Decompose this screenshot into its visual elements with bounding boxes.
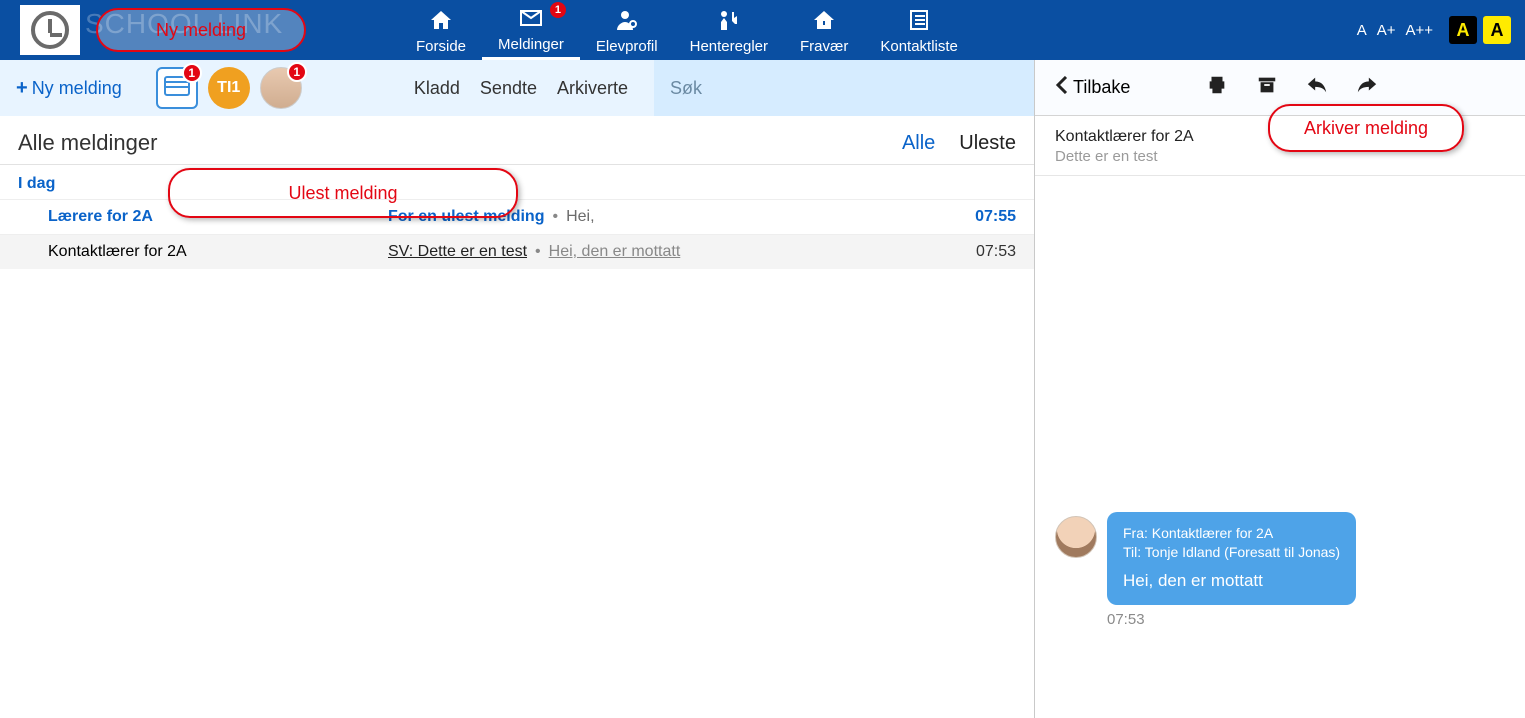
archive-button[interactable] — [1256, 74, 1278, 101]
nav-meldinger-label: Meldinger — [498, 36, 564, 53]
section-today: I dag — [0, 165, 1034, 199]
detail-toolbar: Tilbake — [1035, 60, 1525, 116]
search-input[interactable] — [670, 78, 1018, 99]
user-chip-ti-badge: 1 — [231, 79, 240, 97]
fontsize-a[interactable]: A — [1355, 20, 1369, 41]
nav-elevprofil-label: Elevprofil — [596, 38, 658, 55]
nav-forside-label: Forside — [416, 38, 466, 55]
brand-area: SCHOOL LINK — [0, 0, 400, 60]
contrast-dark-button[interactable]: A — [1449, 16, 1477, 44]
inbox-chip[interactable]: 1 — [156, 67, 198, 109]
brand-logo — [20, 5, 80, 55]
tab-sendte[interactable]: Sendte — [480, 78, 537, 99]
pickup-icon — [717, 8, 741, 36]
message-bubble-wrap: Fra: Kontaktlærer for 2A Til: Tonje Idla… — [1055, 512, 1505, 628]
detail-subject: Dette er en test — [1055, 148, 1505, 165]
message-subject-line: For en ulest melding • Hei, — [388, 208, 926, 226]
back-label: Tilbake — [1073, 77, 1130, 98]
list-header: Alle meldinger Alle Uleste — [0, 116, 1034, 165]
separator-dot: • — [552, 208, 558, 226]
plus-icon: + — [16, 77, 28, 100]
home-icon — [429, 8, 453, 36]
user-icon — [615, 8, 639, 36]
detail-sender: Kontaktlærer for 2A — [1055, 128, 1505, 146]
mail-icon — [519, 6, 543, 34]
folder-tabs: Kladd Sendte Arkiverte — [414, 78, 642, 99]
user-chip-ti[interactable]: TI 1 — [208, 67, 250, 109]
thread-body: Fra: Kontaktlærer for 2A Til: Tonje Idla… — [1035, 176, 1525, 718]
forward-icon — [1356, 74, 1378, 101]
message-preview: Hei, — [566, 208, 594, 226]
message-preview: Hei, den er mottatt — [549, 243, 681, 261]
nav-meldinger-badge: 1 — [550, 2, 566, 18]
top-nav: SCHOOL LINK Forside 1 Meldinger Elevprof… — [0, 0, 1525, 60]
message-time: 07:55 — [926, 208, 1016, 226]
nav-kontaktliste-label: Kontaktliste — [880, 38, 958, 55]
nav-fravaer-label: Fravær — [800, 38, 848, 55]
message-time: 07:53 — [926, 243, 1016, 261]
archive-icon — [1256, 74, 1278, 101]
bubble-to: Til: Tonje Idland (Foresatt til Jonas) — [1123, 543, 1340, 562]
nav-meldinger[interactable]: 1 Meldinger — [482, 0, 580, 60]
message-bubble: Fra: Kontaktlærer for 2A Til: Tonje Idla… — [1107, 512, 1356, 605]
message-sender: Lærere for 2A — [48, 208, 388, 226]
nav-kontaktliste[interactable]: Kontaktliste — [864, 0, 974, 60]
new-message-label: Ny melding — [32, 78, 122, 99]
nav-elevprofil[interactable]: Elevprofil — [580, 0, 674, 60]
nav-henteregler[interactable]: Henteregler — [674, 0, 784, 60]
nav-items: Forside 1 Meldinger Elevprofil Henteregl… — [400, 0, 974, 60]
topnav-right: A A+ A++ A A — [1355, 0, 1525, 60]
message-row[interactable]: Lærere for 2A For en ulest melding • Hei… — [0, 199, 1034, 234]
chevron-left-icon — [1055, 76, 1069, 99]
nav-fravaer[interactable]: Fravær — [784, 0, 864, 60]
nav-henteregler-label: Henteregler — [690, 38, 768, 55]
user-chip-child[interactable]: 1 — [260, 67, 302, 109]
bubble-time: 07:53 — [1107, 611, 1356, 628]
detail-header: Kontaktlærer for 2A Dette er en test — [1035, 116, 1525, 176]
user-chip-child-badge: 1 — [287, 62, 307, 82]
back-button[interactable]: Tilbake — [1055, 76, 1130, 99]
fontsize-a-plus-plus[interactable]: A++ — [1403, 20, 1435, 41]
filter-uleste[interactable]: Uleste — [959, 132, 1016, 155]
clock-icon — [31, 11, 69, 49]
fontsize-a-plus[interactable]: A+ — [1375, 20, 1398, 41]
message-list-panel: + Ny melding 1 TI 1 1 K — [0, 60, 1035, 718]
message-subject: For en ulest melding — [388, 208, 544, 226]
sender-avatar — [1055, 516, 1097, 558]
tab-kladd[interactable]: Kladd — [414, 78, 460, 99]
contrast-light-button[interactable]: A — [1483, 16, 1511, 44]
message-detail-panel: Tilbake — [1035, 60, 1525, 718]
print-button[interactable] — [1206, 74, 1228, 101]
brand-text: SCHOOL LINK — [85, 8, 283, 40]
bubble-from: Fra: Kontaktlærer for 2A — [1123, 524, 1340, 543]
message-row[interactable]: Kontaktlærer for 2A SV: Dette er en test… — [0, 234, 1034, 269]
user-chip-ti-label: TI — [217, 79, 231, 97]
print-icon — [1206, 74, 1228, 101]
new-message-button[interactable]: + Ny melding — [12, 73, 126, 104]
list-icon — [907, 8, 931, 36]
filter-alle[interactable]: Alle — [902, 132, 935, 155]
list-title: Alle meldinger — [18, 130, 157, 156]
house-alert-icon — [812, 8, 836, 36]
separator-dot: • — [535, 243, 541, 261]
bubble-body: Hei, den er mottatt — [1123, 570, 1340, 593]
inbox-badge: 1 — [182, 63, 202, 83]
forward-button[interactable] — [1356, 74, 1378, 101]
message-toolbar: + Ny melding 1 TI 1 1 K — [0, 60, 1034, 116]
message-subject-line: SV: Dette er en test • Hei, den er motta… — [388, 243, 926, 261]
message-sender: Kontaktlærer for 2A — [48, 243, 388, 261]
nav-forside[interactable]: Forside — [400, 0, 482, 60]
message-subject: SV: Dette er en test — [388, 243, 527, 261]
search-container — [654, 60, 1034, 116]
tab-arkiverte[interactable]: Arkiverte — [557, 78, 628, 99]
reply-icon — [1306, 74, 1328, 101]
reply-button[interactable] — [1306, 74, 1328, 101]
